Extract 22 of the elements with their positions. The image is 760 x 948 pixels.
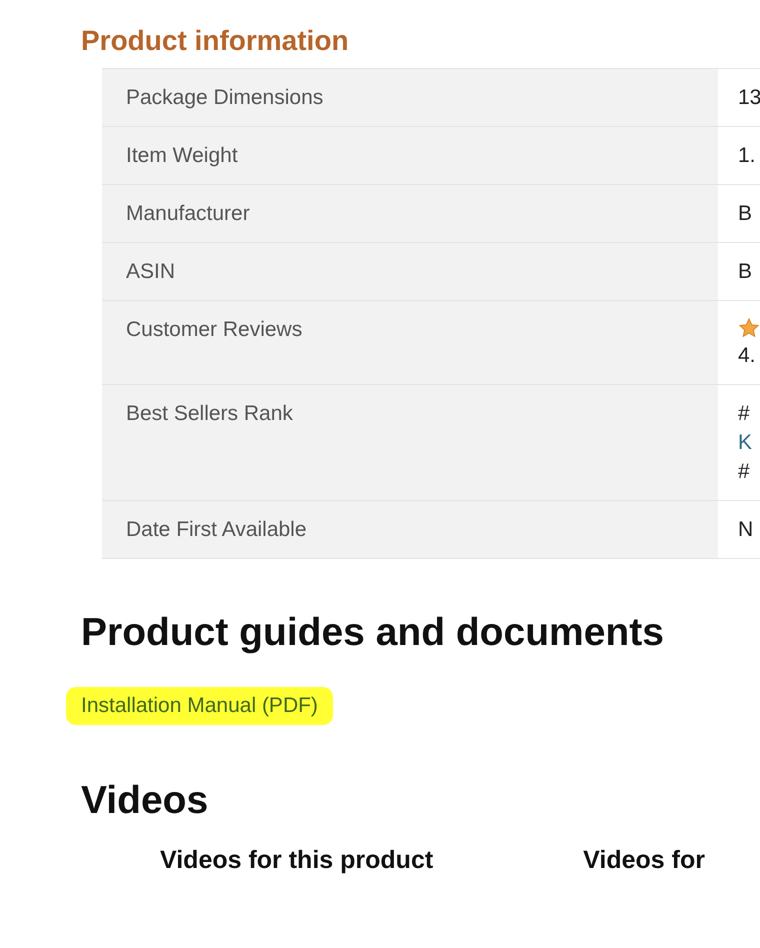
value-text: N bbox=[738, 517, 754, 543]
value-text: # bbox=[738, 459, 751, 485]
section-heading: Videos bbox=[80, 778, 210, 824]
table-label-cell: Item Weight bbox=[102, 127, 718, 184]
subsection-heading: Videos for this product bbox=[160, 845, 434, 875]
section-title: Product information bbox=[80, 24, 350, 58]
table-label-cell: Best Sellers Rank bbox=[102, 385, 718, 500]
table-label-cell: Customer Reviews bbox=[102, 301, 718, 384]
rank-link[interactable]: K bbox=[738, 428, 752, 457]
value-text: 4. bbox=[738, 343, 757, 369]
subsection-heading: Videos for bbox=[583, 845, 705, 875]
value-text: B bbox=[738, 201, 752, 227]
value-text: B bbox=[738, 259, 752, 285]
star-icon bbox=[738, 317, 760, 339]
section-heading: Product guides and documents bbox=[80, 610, 665, 656]
table-label-cell: Package Dimensions bbox=[102, 69, 718, 126]
table-label-cell: Manufacturer bbox=[102, 185, 718, 242]
value-text: 1. bbox=[738, 143, 756, 169]
value-text: # bbox=[738, 401, 751, 427]
manual-link[interactable]: Installation Manual (PDF) bbox=[66, 687, 333, 725]
table-label-cell: Date First Available bbox=[102, 501, 718, 558]
table-label-cell: ASIN bbox=[102, 243, 718, 300]
